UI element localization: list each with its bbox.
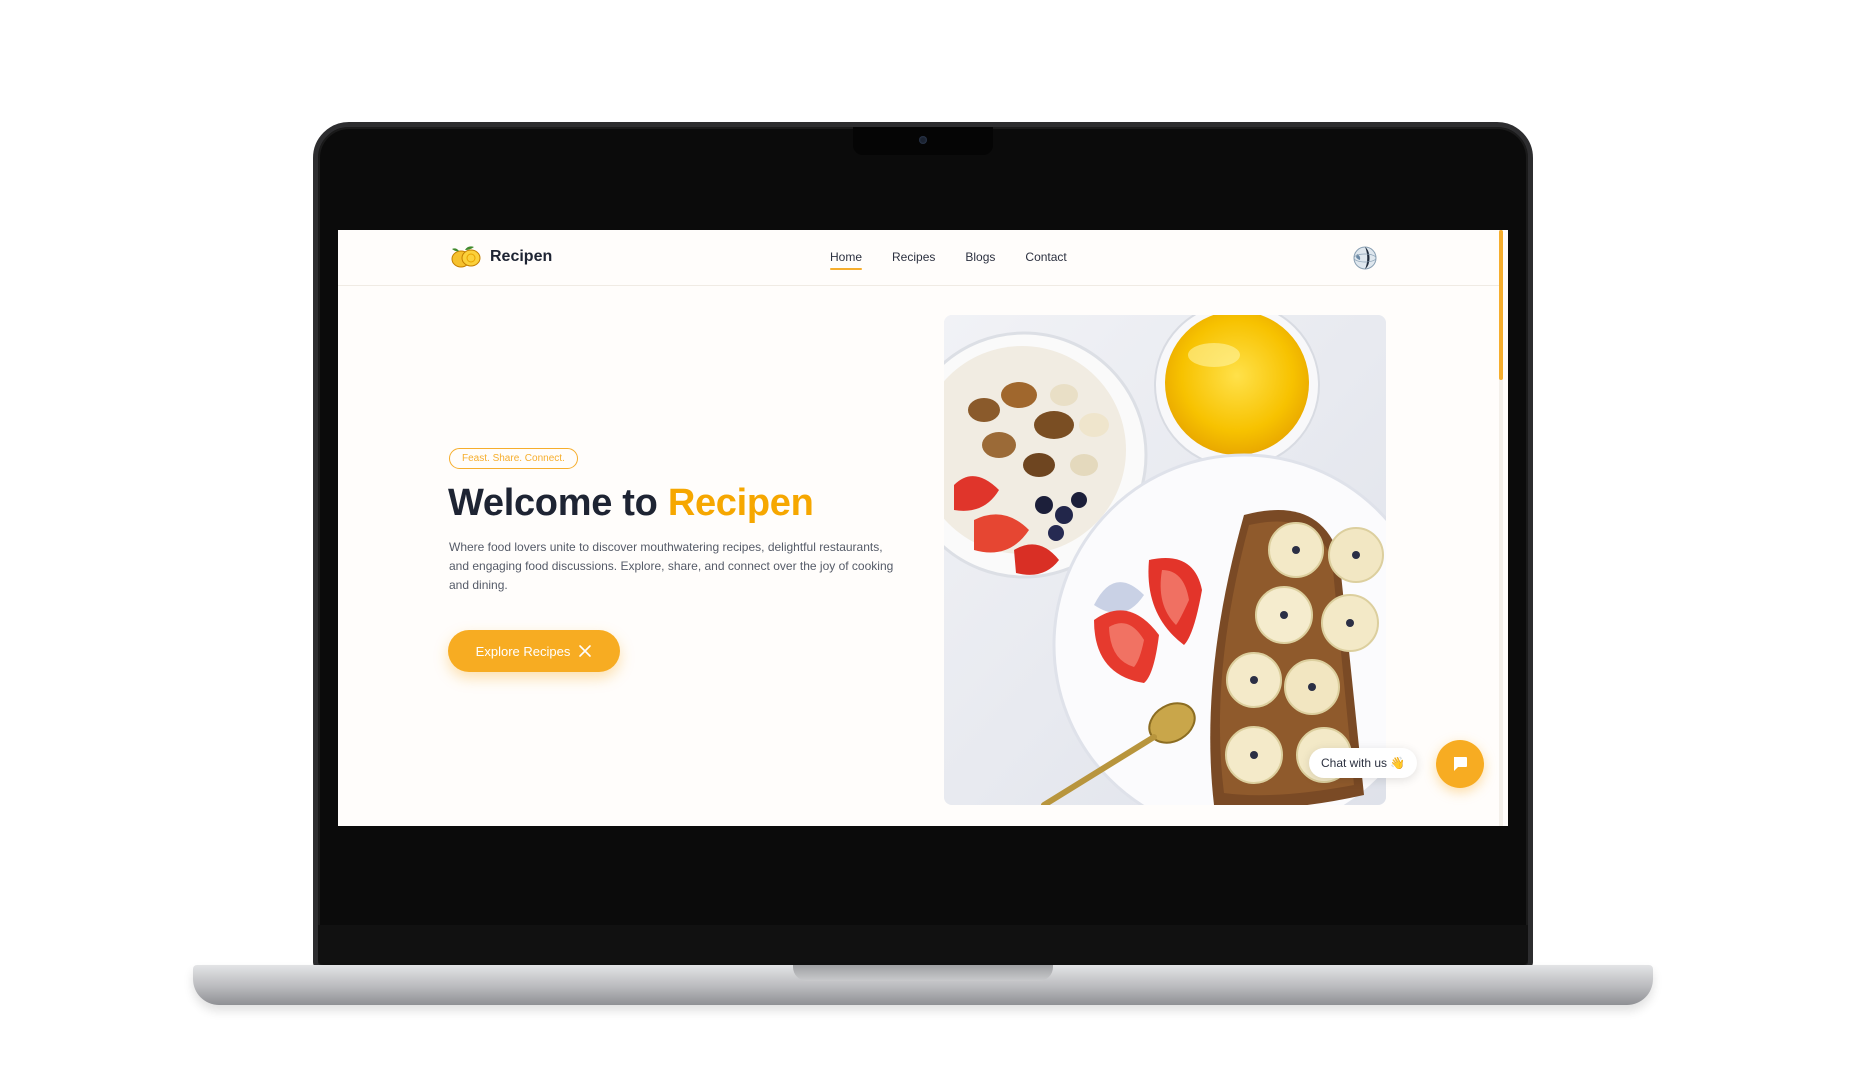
camera-notch xyxy=(853,127,993,155)
nav-blogs[interactable]: Blogs xyxy=(965,250,995,264)
laptop-base-notch xyxy=(793,965,1053,981)
nav-links: Home Recipes Blogs Contact xyxy=(830,250,1067,270)
chat-bubble-icon xyxy=(1454,757,1467,771)
chat-with-us-label[interactable]: Chat with us 👋 xyxy=(1309,748,1418,778)
nav-recipes[interactable]: Recipes xyxy=(892,250,935,264)
hero-food-image xyxy=(944,315,1386,805)
navbar: Recipen Home Recipes Blogs Contact xyxy=(338,230,1499,286)
explore-recipes-button[interactable]: Explore Recipes xyxy=(448,630,620,672)
mockup-stage: Recipen Home Recipes Blogs Contact Feast… xyxy=(0,0,1876,1080)
brand-name: Recipen xyxy=(490,248,553,265)
chat-button[interactable] xyxy=(1436,740,1484,788)
globe-icon[interactable] xyxy=(1352,245,1378,271)
laptop-bottom-bezel xyxy=(318,925,1528,965)
nav-contact[interactable]: Contact xyxy=(1025,250,1066,264)
logo[interactable]: Recipen xyxy=(450,244,552,270)
lemon-logo-icon xyxy=(451,246,481,268)
hero-description: Where food lovers unite to discover mout… xyxy=(449,540,894,592)
hero-title-accent: Recipen xyxy=(667,482,814,524)
explore-recipes-label: Explore Recipes xyxy=(475,643,571,659)
scrollbar-thumb[interactable] xyxy=(1499,230,1503,380)
tagline-badge: Feast. Share. Connect. xyxy=(449,448,578,469)
hero-title-prefix: Welcome to xyxy=(448,482,668,524)
website-screen: Recipen Home Recipes Blogs Contact Feast… xyxy=(338,230,1508,826)
webcam-icon xyxy=(919,136,927,144)
nav-home[interactable]: Home xyxy=(830,250,863,270)
hero-title: Welcome to Recipen xyxy=(448,482,814,525)
laptop-base xyxy=(193,965,1653,1005)
close-x-icon xyxy=(579,645,592,657)
